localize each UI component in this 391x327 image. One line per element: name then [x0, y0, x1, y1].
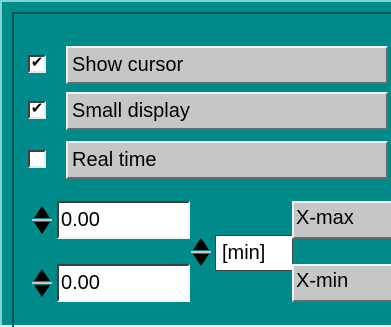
spin-up-icon[interactable] — [193, 238, 209, 250]
small-display-checkbox[interactable]: ✔ — [28, 99, 46, 119]
real-time-label: Real time — [66, 141, 388, 179]
xmax-label: X-max — [292, 201, 391, 239]
xmin-input[interactable]: 0.00 — [57, 264, 190, 302]
small-display-label: Small display — [66, 92, 388, 130]
xmin-label: X-min — [292, 264, 391, 302]
unit-select[interactable]: [min] — [215, 235, 293, 271]
checkmark-icon — [30, 148, 44, 162]
xmax-input[interactable]: 0.00 — [57, 201, 190, 239]
checkmark-icon: ✔ — [30, 53, 44, 71]
xmax-spinner[interactable] — [32, 204, 54, 238]
xmin-spinner[interactable] — [32, 267, 54, 301]
settings-panel: ✔ Show cursor ✔ Small display Real time … — [0, 0, 391, 327]
spin-down-icon[interactable] — [34, 222, 50, 234]
checkmark-icon: ✔ — [30, 99, 44, 117]
unit-spinner[interactable] — [191, 236, 213, 270]
spin-down-icon[interactable] — [34, 285, 50, 297]
spin-up-icon[interactable] — [34, 269, 50, 281]
spin-up-icon[interactable] — [34, 206, 50, 218]
show-cursor-checkbox[interactable]: ✔ — [28, 53, 46, 73]
show-cursor-label: Show cursor — [66, 46, 388, 84]
real-time-checkbox[interactable] — [28, 150, 46, 168]
spin-down-icon[interactable] — [193, 254, 209, 266]
